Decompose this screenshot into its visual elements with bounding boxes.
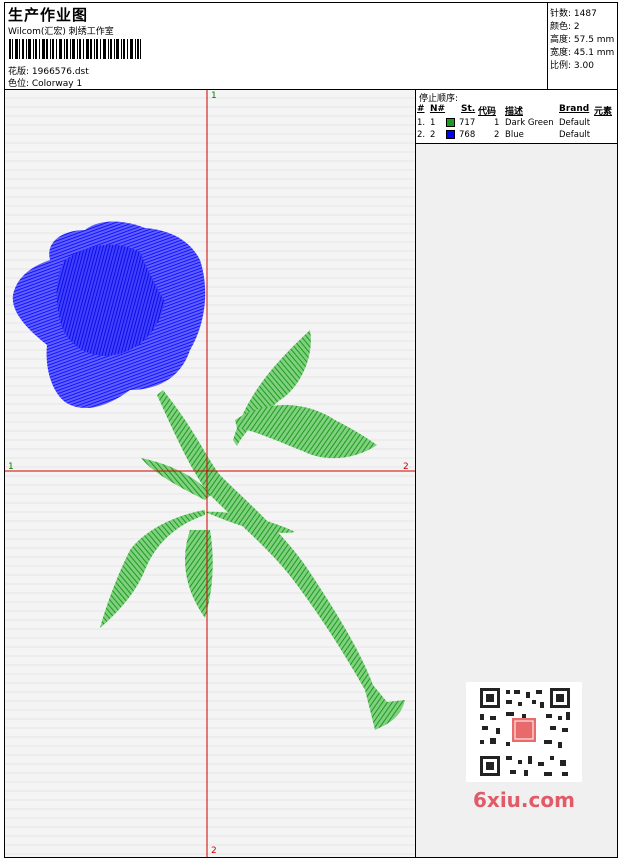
axis-label-top: 1	[211, 91, 217, 101]
embroidery-rose-image	[5, 90, 415, 857]
stem-and-leaves	[100, 330, 405, 730]
sheet-title: 生产作业图	[8, 6, 89, 24]
color-count: 颜色: 2	[550, 22, 580, 32]
rose-bloom	[12, 221, 206, 409]
row-brand: Default	[559, 118, 591, 128]
blue-swatch-icon	[446, 130, 455, 139]
row-needle: 2	[430, 130, 436, 140]
design-scale: 比例: 3.00	[550, 61, 594, 71]
stitch-count: 针数: 1487	[550, 9, 597, 19]
row-code: 1	[494, 118, 500, 128]
design-height: 高度: 57.5 mm	[550, 35, 615, 45]
row-needle: 1	[430, 118, 436, 128]
row-code: 2	[494, 130, 500, 140]
col-number: #	[417, 104, 425, 114]
barcode-icon	[9, 39, 141, 59]
colorway-name: 色位: Colorway 1	[8, 79, 83, 89]
col-needle: N#	[430, 104, 446, 114]
row-brand: Default	[559, 130, 591, 140]
col-stitches: St.	[461, 104, 476, 114]
col-element: 元素	[594, 107, 613, 117]
axis-label-right: 2	[403, 462, 409, 472]
design-canvas: 1 2 1 2	[5, 90, 416, 857]
stop-sequence-title: 停止顺序:	[419, 94, 459, 104]
axis-label-bottom: 2	[211, 846, 217, 856]
axis-label-left: 1	[8, 462, 14, 472]
watermark-text: 6xiu.com	[473, 788, 575, 812]
row-number: 1.	[417, 118, 426, 128]
row-number: 2.	[417, 130, 426, 140]
color-sequence-table: 停止顺序: # N# St. 代码 描述 Brand 元素 1. 1 717 1…	[416, 90, 617, 144]
col-description: 描述	[505, 107, 524, 117]
row-stitches: 717	[459, 118, 476, 128]
row-description: Blue	[505, 130, 524, 140]
col-brand: Brand	[559, 104, 590, 114]
software-name: Wilcom(汇宏) 刺绣工作室	[8, 27, 114, 37]
sheet-header: 生产作业图 Wilcom(汇宏) 刺绣工作室 花版: 1966576.dst 色…	[5, 3, 617, 90]
qr-code-icon	[466, 682, 582, 782]
green-swatch-icon	[446, 118, 455, 127]
col-code: 代码	[478, 107, 497, 117]
design-width: 宽度: 45.1 mm	[550, 48, 615, 58]
stats-panel: 针数: 1487 颜色: 2 高度: 57.5 mm 宽度: 45.1 mm 比…	[547, 3, 618, 89]
row-description: Dark Green	[505, 118, 554, 128]
row-stitches: 768	[459, 130, 476, 140]
